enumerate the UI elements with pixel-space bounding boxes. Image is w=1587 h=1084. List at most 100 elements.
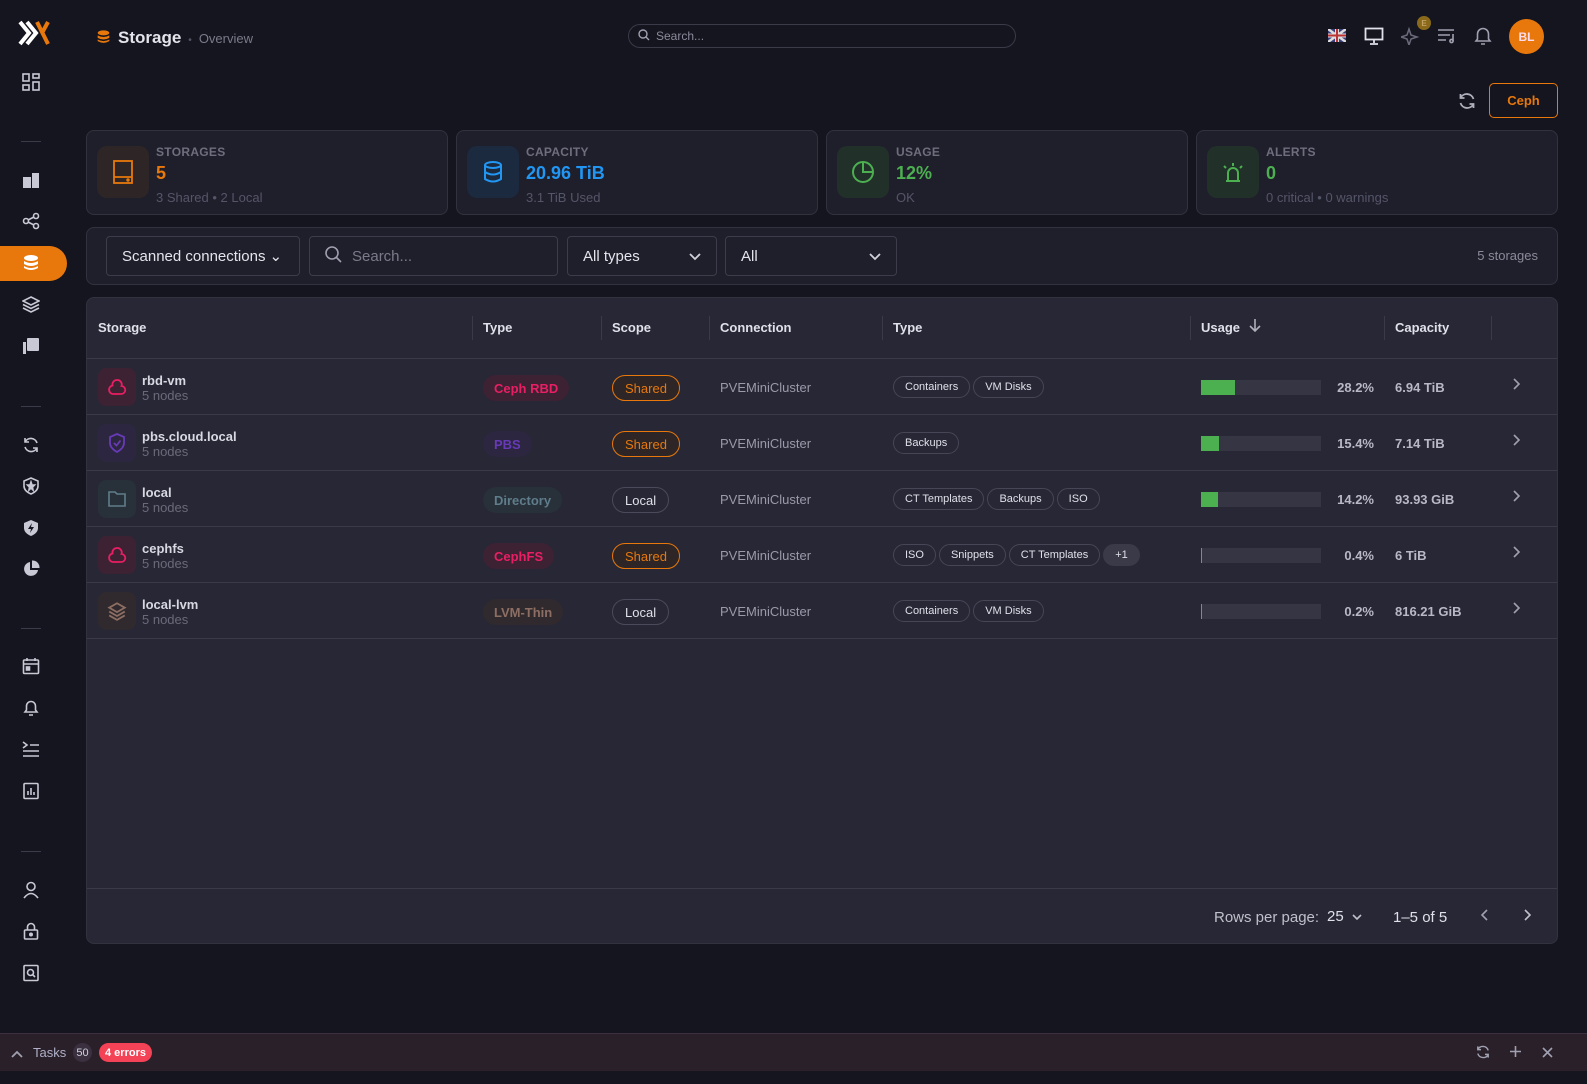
- scope-badge: Local: [612, 599, 670, 625]
- table-row[interactable]: local-lvm 5 nodes LVM-Thin Local PVEMini…: [87, 582, 1557, 638]
- scope-select[interactable]: All: [725, 236, 897, 276]
- shield-bolt-icon[interactable]: [18, 515, 44, 541]
- table-row[interactable]: pbs.cloud.local 5 nodes PBS Shared PVEMi…: [87, 414, 1557, 470]
- uk-flag-icon[interactable]: [1327, 27, 1347, 45]
- calendar-icon[interactable]: [18, 653, 44, 679]
- report-icon[interactable]: [18, 778, 44, 804]
- layers-icon[interactable]: [18, 291, 44, 317]
- chevron-right-icon[interactable]: [1513, 377, 1521, 395]
- connection-name: PVEMiniCluster: [720, 492, 812, 507]
- usage-bar: [1201, 604, 1321, 619]
- logo[interactable]: [18, 20, 50, 49]
- storage-table: Storage Type Scope Connection Type Usage…: [86, 297, 1558, 944]
- hard-drive-icon: [97, 146, 149, 198]
- datacenter-icon[interactable]: [18, 167, 44, 193]
- storage-icon[interactable]: [18, 250, 44, 276]
- type-badge: Ceph RBD: [483, 375, 570, 401]
- cloud-icon: [98, 536, 136, 574]
- next-page-icon[interactable]: [1524, 909, 1532, 924]
- dashboard-icon[interactable]: [18, 69, 44, 95]
- rows-per-page-value: 25: [1327, 908, 1344, 925]
- sparkles-icon[interactable]: [1398, 26, 1421, 48]
- notifications-icon[interactable]: [1474, 26, 1492, 49]
- monitor-icon[interactable]: [1364, 27, 1384, 49]
- storage-count: 5 storages: [1477, 248, 1538, 263]
- chevron-up-icon[interactable]: [11, 1046, 23, 1061]
- storage-name: pbs.cloud.local: [142, 429, 237, 444]
- chevron-right-icon[interactable]: [1513, 545, 1521, 563]
- storage-search-input[interactable]: Search...: [309, 236, 558, 276]
- close-icon[interactable]: [1542, 1046, 1553, 1061]
- lock-icon[interactable]: [18, 918, 44, 944]
- page-title: Storage: [118, 28, 182, 47]
- stat-label: ALERTS: [1266, 145, 1316, 159]
- chevron-down-icon: [869, 248, 881, 265]
- breadcrumb-overview[interactable]: Overview: [199, 31, 253, 46]
- table-row[interactable]: rbd-vm 5 nodes Ceph RBD Shared PVEMiniCl…: [87, 358, 1557, 414]
- global-search[interactable]: Search...: [628, 24, 1016, 48]
- col-connection[interactable]: Connection: [720, 320, 792, 335]
- scope-badge: Shared: [612, 543, 680, 569]
- pie-chart-icon[interactable]: [18, 556, 44, 582]
- chevron-right-icon[interactable]: [1513, 433, 1521, 451]
- refresh-icon[interactable]: [1457, 91, 1477, 114]
- scope-badge: Shared: [612, 431, 680, 457]
- col-capacity[interactable]: Capacity: [1395, 320, 1449, 335]
- scope-badge: Local: [612, 487, 670, 513]
- content-types: Containers VM Disks: [893, 600, 1044, 622]
- copy-icon[interactable]: [18, 333, 44, 359]
- usage-bar: [1201, 380, 1321, 395]
- search-document-icon[interactable]: [18, 960, 44, 986]
- storage-title-icon: [96, 28, 111, 49]
- col-content-type[interactable]: Type: [893, 320, 922, 335]
- chevron-right-icon[interactable]: [1513, 601, 1521, 619]
- global-search-input[interactable]: Search...: [656, 29, 704, 43]
- network-icon[interactable]: [18, 208, 44, 234]
- col-usage[interactable]: Usage: [1201, 320, 1240, 335]
- refresh-tasks-icon[interactable]: [1475, 1044, 1491, 1063]
- connections-select[interactable]: Scanned connections ⌄: [106, 236, 300, 276]
- usage-percent: 14.2%: [1337, 492, 1374, 507]
- ceph-button[interactable]: Ceph: [1489, 83, 1558, 118]
- type-select[interactable]: All types: [567, 236, 717, 276]
- playlist-icon[interactable]: [1437, 28, 1457, 47]
- breadcrumb: Storage • Overview: [96, 28, 253, 49]
- chevron-right-icon[interactable]: [1513, 489, 1521, 507]
- table-row[interactable]: cephfs 5 nodes CephFS Shared PVEMiniClus…: [87, 526, 1557, 582]
- col-scope[interactable]: Scope: [612, 320, 651, 335]
- stat-label: STORAGES: [156, 145, 226, 159]
- col-storage[interactable]: Storage: [98, 320, 146, 335]
- connection-name: PVEMiniCluster: [720, 436, 812, 451]
- stat-value: 12%: [896, 163, 933, 183]
- prev-page-icon[interactable]: [1480, 909, 1488, 924]
- shield-icon: [98, 424, 136, 462]
- table-row[interactable]: local 5 nodes Directory Local PVEMiniClu…: [87, 470, 1557, 526]
- list-icon[interactable]: [18, 736, 44, 762]
- content-chip: ISO: [1056, 488, 1100, 510]
- type-badge: PBS: [483, 431, 532, 457]
- tasks-bar: Tasks 50 4 errors: [0, 1033, 1587, 1071]
- usage-bar: [1201, 548, 1321, 563]
- shield-star-icon[interactable]: [18, 473, 44, 499]
- scope-select-value: All: [741, 247, 758, 265]
- stat-card-capacity: CAPACITY 20.96 TiB 3.1 TiB Used: [456, 130, 818, 215]
- usage-bar-fill: [1201, 436, 1220, 451]
- sync-icon[interactable]: [18, 432, 44, 458]
- tasks-label[interactable]: Tasks: [33, 1045, 66, 1060]
- capacity-value: 7.14 TiB: [1395, 436, 1445, 451]
- connection-name: PVEMiniCluster: [720, 548, 812, 563]
- content-chip: Containers: [893, 376, 971, 398]
- bell-icon[interactable]: [18, 695, 44, 721]
- add-icon[interactable]: [1509, 1045, 1522, 1061]
- tasks-errors-badge[interactable]: 4 errors: [99, 1043, 152, 1062]
- type-badge: LVM-Thin: [483, 599, 564, 625]
- storage-nodes: 5 nodes: [142, 444, 189, 459]
- content-chip: ISO: [893, 544, 936, 566]
- rows-per-page-select[interactable]: 25: [1327, 908, 1362, 925]
- stat-label: USAGE: [896, 145, 941, 159]
- col-type[interactable]: Type: [483, 320, 512, 335]
- storage-nodes: 5 nodes: [142, 388, 189, 403]
- sort-desc-icon[interactable]: [1249, 318, 1261, 335]
- user-icon[interactable]: [18, 877, 44, 903]
- user-avatar[interactable]: BL: [1509, 19, 1544, 54]
